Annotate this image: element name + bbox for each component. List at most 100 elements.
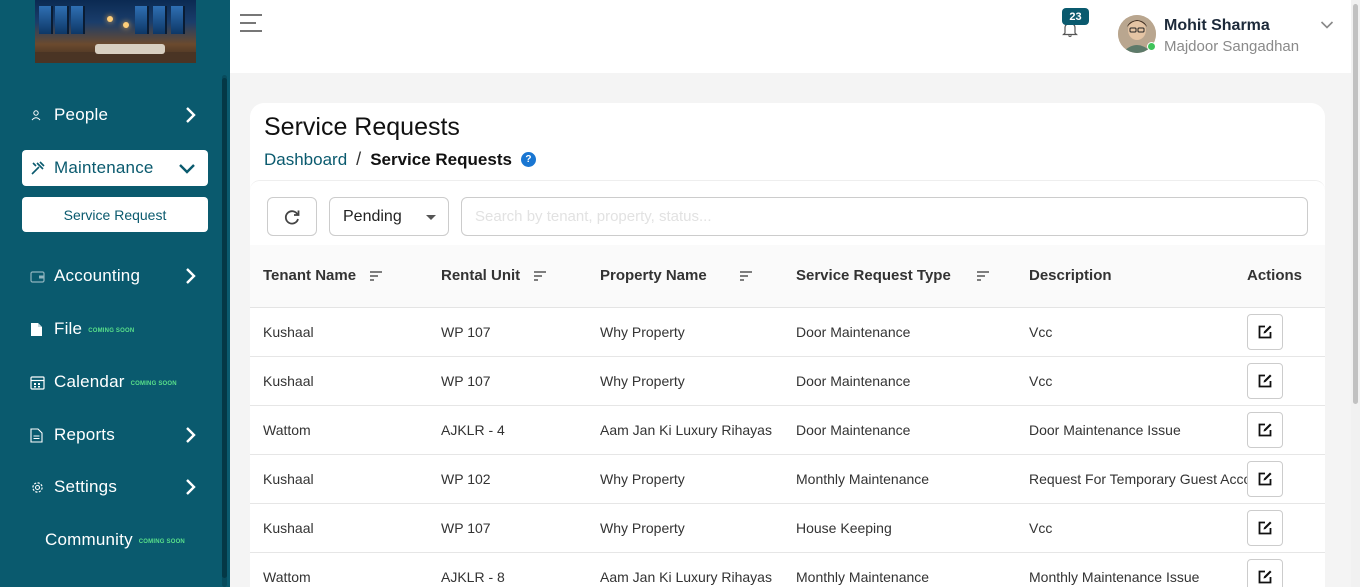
wallet-icon <box>22 270 54 283</box>
cell-property-name: Why Property <box>600 323 685 340</box>
sidebar-item-label: Reports <box>54 425 115 444</box>
breadcrumb-dashboard-link[interactable]: Dashboard <box>264 150 347 170</box>
cell-property-name: Why Property <box>600 519 685 536</box>
refresh-icon <box>284 209 300 224</box>
notification-count-badge: 23 <box>1062 8 1089 25</box>
top-header: 23 Mohit Sharma Majdoor Sangadhan <box>230 0 1360 73</box>
table-row: Kushaal WP 107 Why Property House Keepin… <box>250 503 1325 552</box>
sidebar-item-label: People <box>54 105 109 124</box>
table-row: Kushaal WP 107 Why Property Door Mainten… <box>250 356 1325 405</box>
sidebar: People Maintenance Service Request Accou… <box>0 0 230 587</box>
sidebar-item-community[interactable]: Community COMING SOON <box>14 522 200 558</box>
edit-button[interactable] <box>1247 313 1283 350</box>
edit-button[interactable] <box>1247 558 1283 587</box>
table-row: Kushaal WP 107 Why Property Door Mainten… <box>250 307 1325 356</box>
chevron-right-icon <box>186 479 196 495</box>
property-banner-image <box>35 0 196 63</box>
cell-rental-unit: WP 107 <box>441 323 491 340</box>
column-header-actions: Actions <box>1247 267 1303 285</box>
online-status-dot <box>1147 42 1156 51</box>
cell-description: Vcc <box>1029 323 1053 340</box>
status-filter-value: Pending <box>343 207 402 225</box>
file-icon <box>22 322 54 337</box>
edit-icon <box>1258 325 1272 338</box>
sidebar-item-label: Community <box>45 530 133 549</box>
chevron-right-icon <box>186 107 196 123</box>
chevron-right-icon <box>186 427 196 443</box>
column-header-property-name: Property Name <box>600 245 796 307</box>
cell-tenant-name: Wattom <box>263 421 311 438</box>
coming-soon-tag: COMING SOON <box>130 381 177 387</box>
cell-rental-unit: WP 107 <box>441 519 491 536</box>
edit-button[interactable] <box>1247 362 1283 399</box>
cell-property-name: Why Property <box>600 470 685 487</box>
table-row: Wattom AJKLR - 4 Aam Jan Ki Luxury Rihay… <box>250 405 1325 454</box>
help-icon[interactable]: ? <box>520 152 536 167</box>
service-requests-table: Tenant Name Rental Unit Property Name Se… <box>250 245 1325 587</box>
coming-soon-tag: COMING SOON <box>88 328 135 334</box>
sidebar-item-accounting[interactable]: Accounting <box>22 258 208 294</box>
cell-description: Request For Temporary Guest Accommodatio… <box>1029 470 1247 487</box>
sort-icon[interactable] <box>739 271 752 281</box>
cell-tenant-name: Kushaal <box>263 323 314 340</box>
cell-tenant-name: Kushaal <box>263 470 314 487</box>
cell-rental-unit: WP 107 <box>441 372 491 389</box>
chevron-down-icon <box>179 164 195 174</box>
service-requests-card: Service Requests Dashboard / Service Req… <box>250 103 1325 587</box>
sidebar-subitem-service-request[interactable]: Service Request <box>22 197 208 232</box>
cell-tenant-name: Kushaal <box>263 372 314 389</box>
sidebar-item-maintenance[interactable]: Maintenance <box>22 150 208 186</box>
coming-soon-tag: COMING SOON <box>138 539 185 545</box>
cell-request-type: House Keeping <box>796 519 892 536</box>
chevron-down-icon[interactable] <box>1320 20 1334 30</box>
table-header-row: Tenant Name Rental Unit Property Name Se… <box>250 245 1325 307</box>
edit-icon <box>1258 423 1272 436</box>
cell-description: Monthly Maintenance Issue <box>1029 568 1200 585</box>
user-name: Mohit Sharma <box>1164 17 1270 34</box>
sidebar-item-reports[interactable]: Reports <box>22 417 208 453</box>
sidebar-item-calendar[interactable]: Calendar COMING SOON <box>22 364 208 400</box>
sidebar-item-settings[interactable]: Settings <box>22 469 208 505</box>
breadcrumb-separator: / <box>356 149 362 169</box>
column-header-description: Description <box>1029 267 1112 285</box>
hamburger-menu-icon[interactable] <box>240 14 262 34</box>
breadcrumb: Dashboard / Service Requests ? <box>264 149 536 170</box>
sidebar-scrollbar[interactable] <box>222 78 227 578</box>
edit-button[interactable] <box>1247 411 1283 448</box>
sidebar-item-people[interactable]: People <box>22 97 208 133</box>
page-scrollbar[interactable] <box>1353 4 1358 404</box>
cell-tenant-name: Wattom <box>263 568 311 585</box>
edit-button[interactable] <box>1247 509 1283 546</box>
person-icon <box>22 109 54 121</box>
cell-request-type: Door Maintenance <box>796 421 911 438</box>
cell-property-name: Aam Jan Ki Luxury Rihayas <box>600 421 772 438</box>
calendar-icon <box>22 375 54 390</box>
sidebar-item-file[interactable]: File COMING SOON <box>22 311 208 347</box>
cell-rental-unit: AJKLR - 8 <box>441 568 505 585</box>
sort-icon[interactable] <box>534 271 547 281</box>
cell-tenant-name: Kushaal <box>263 519 314 536</box>
caret-down-icon <box>426 215 436 220</box>
refresh-button[interactable] <box>267 197 317 236</box>
column-header-rental-unit: Rental Unit <box>441 245 600 307</box>
report-icon <box>22 427 54 443</box>
chevron-right-icon <box>186 268 196 284</box>
sidebar-item-label: Maintenance <box>54 158 154 177</box>
sort-icon[interactable] <box>976 271 989 281</box>
sidebar-item-label: File <box>54 319 83 338</box>
cell-property-name: Aam Jan Ki Luxury Rihayas <box>600 568 772 585</box>
breadcrumb-current: Service Requests <box>370 149 512 169</box>
cell-request-type: Door Maintenance <box>796 372 911 389</box>
column-header-tenant-name: Tenant Name <box>250 245 441 307</box>
edit-icon <box>1258 570 1272 583</box>
edit-icon <box>1258 472 1272 485</box>
column-header-service-request-type: Service Request Type <box>796 245 1029 307</box>
sort-icon[interactable] <box>370 271 383 281</box>
cell-rental-unit: AJKLR - 4 <box>441 421 505 438</box>
search-input[interactable] <box>461 197 1308 236</box>
table-toolbar: Pending <box>250 180 1325 245</box>
edit-button[interactable] <box>1247 460 1283 497</box>
status-filter-select[interactable]: Pending <box>329 197 449 236</box>
edit-icon <box>1258 521 1272 534</box>
cell-rental-unit: WP 102 <box>441 470 491 487</box>
